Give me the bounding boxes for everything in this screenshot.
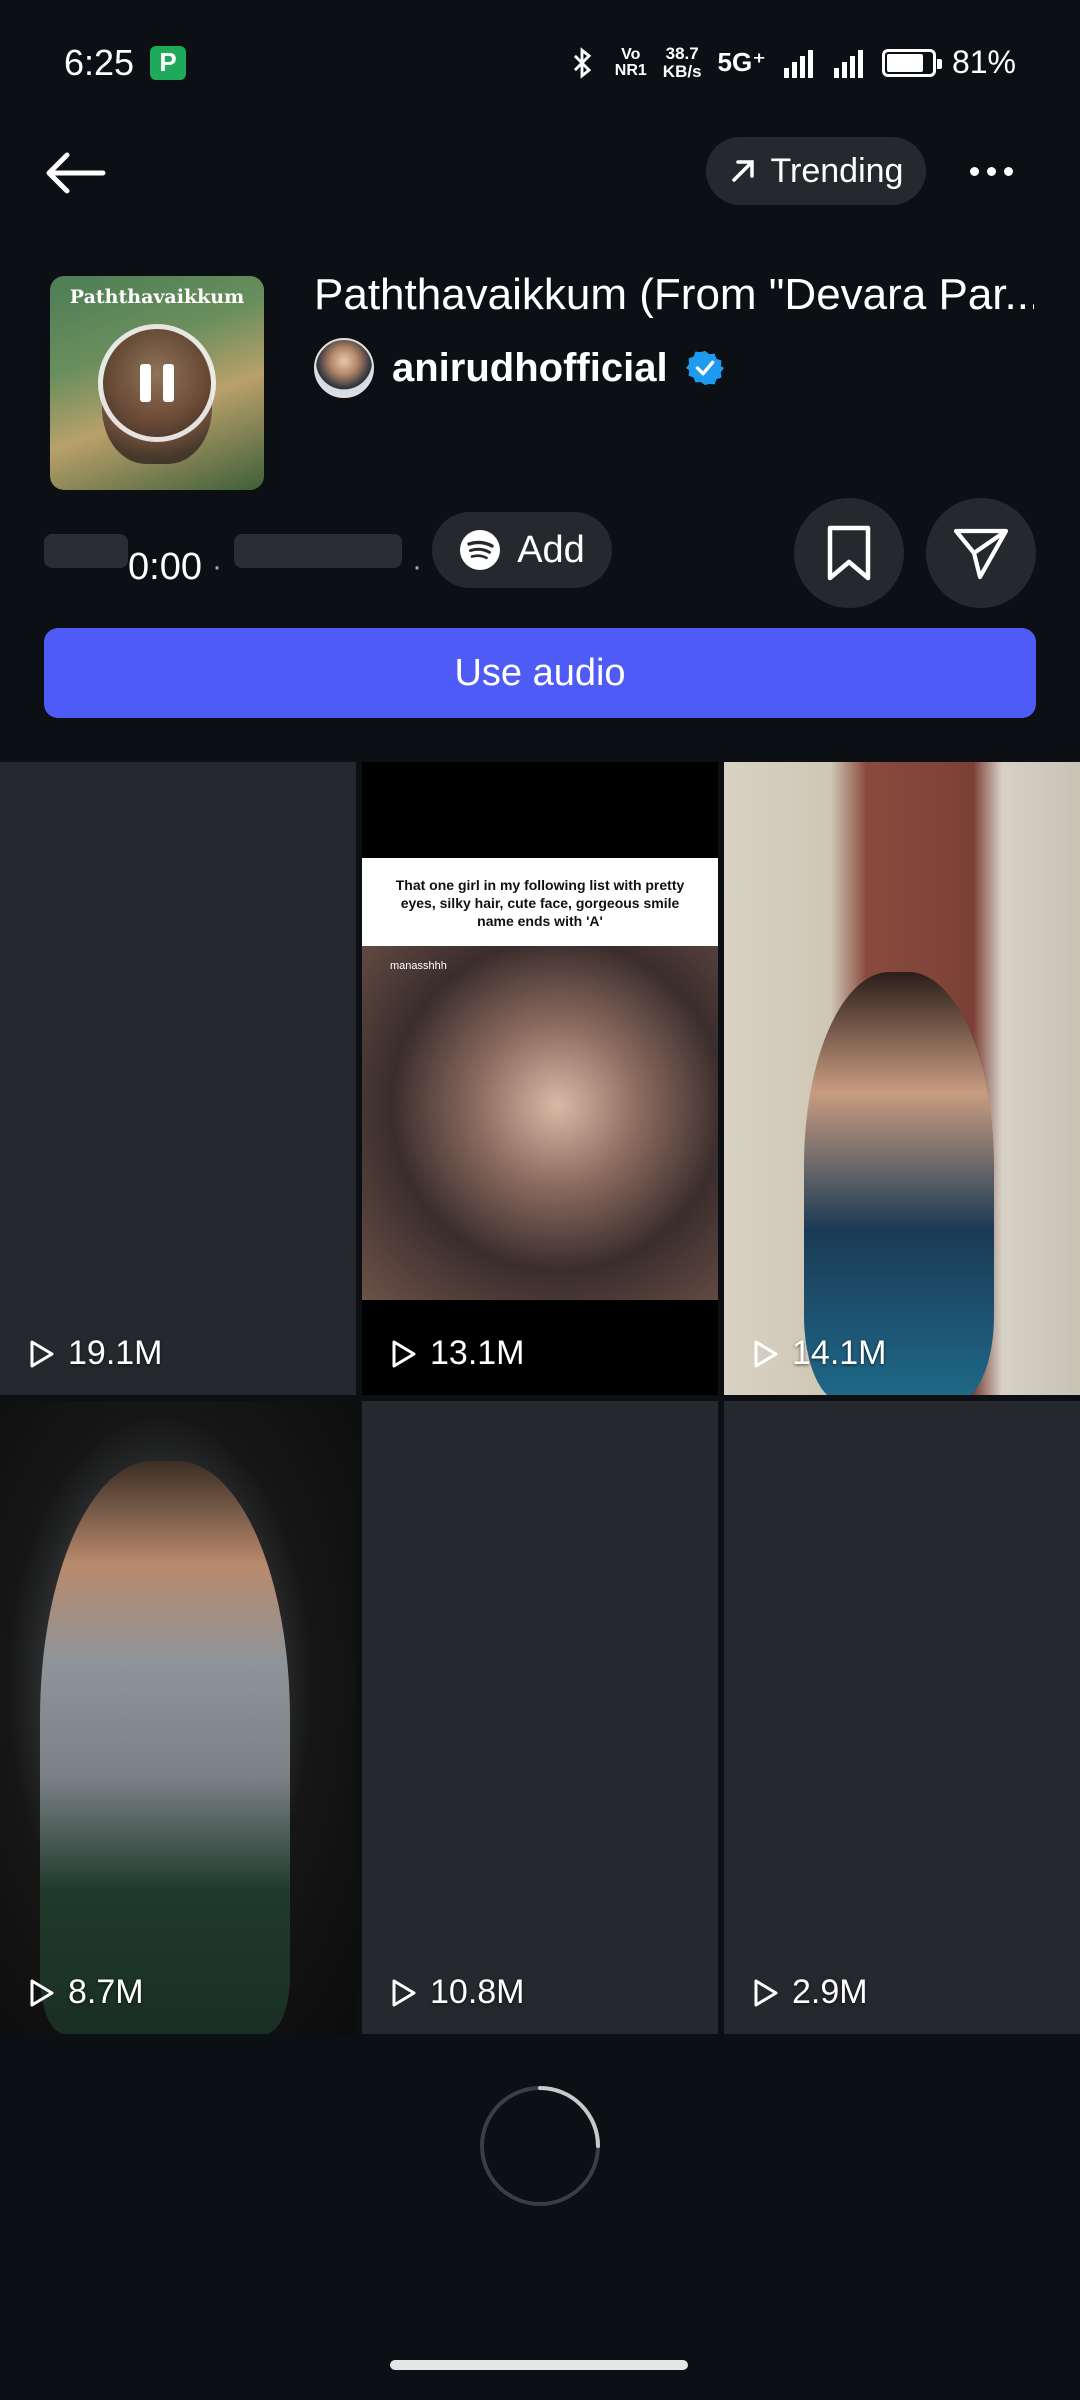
play-icon — [754, 1340, 778, 1367]
reel-tile-3[interactable]: 14.1M — [724, 762, 1080, 1395]
arrow-left-icon — [46, 152, 106, 194]
reel-thumbnail: manasshhh — [362, 946, 718, 1300]
share-audio-button[interactable] — [926, 498, 1036, 608]
status-indicators: Vo NR1 38.7 KB/s 5G⁺ 81% — [565, 44, 1016, 81]
more-horizontal-icon — [969, 166, 979, 176]
cover-title: Paththavaikkum — [69, 286, 245, 308]
redacted-area-2 — [234, 534, 402, 568]
play-icon — [754, 1979, 778, 2006]
reel-tile-2[interactable]: That one girl in my following list with … — [362, 762, 718, 1395]
verified-badge-icon — [685, 350, 724, 386]
view-count: 13.1M — [388, 1334, 525, 1373]
spotify-icon — [460, 530, 501, 570]
trending-button[interactable]: Trending — [706, 137, 926, 205]
save-audio-button[interactable] — [794, 498, 904, 608]
audio-controls: 0:00 · · Add — [44, 498, 1044, 622]
play-icon — [392, 1340, 416, 1367]
loading-spinner-icon — [480, 2086, 600, 2206]
separator-2: · — [412, 550, 422, 583]
reel-caption: That one girl in my following list with … — [362, 858, 718, 946]
volte-indicator: Vo NR1 — [614, 45, 647, 79]
playback-time: 0:00 — [128, 546, 202, 588]
reel-tile-5[interactable]: 10.8M — [362, 1401, 718, 2034]
avatar[interactable] — [314, 338, 374, 398]
reel-tag: manasshhh — [390, 960, 447, 972]
add-label: Add — [517, 528, 585, 571]
audio-cover-art[interactable]: Paththavaikkum — [50, 276, 264, 490]
home-indicator[interactable] — [390, 2360, 688, 2370]
battery-percent: 81% — [951, 44, 1016, 80]
more-options-button[interactable] — [956, 136, 1026, 206]
view-count: 10.8M — [388, 1973, 525, 2012]
trending-label: Trending — [770, 151, 904, 190]
view-count: 19.1M — [26, 1334, 163, 1373]
reel-tile-6[interactable]: 2.9M — [724, 1401, 1080, 2034]
view-count: 2.9M — [750, 1973, 868, 2012]
separator: · — [212, 550, 222, 583]
battery-icon — [881, 48, 942, 77]
reel-tile-1[interactable]: 19.1M — [0, 762, 356, 1395]
artist-name[interactable]: anirudhofficial — [392, 346, 668, 391]
bluetooth-icon — [573, 46, 591, 79]
network-type: 5G⁺ — [717, 47, 766, 77]
app-notification-icon: P — [150, 45, 187, 80]
signal-icon — [783, 49, 813, 78]
view-count: 8.7M — [26, 1973, 144, 2012]
status-bar: 6:25 P Vo NR1 38.7 KB/s 5G⁺ 81% — [0, 0, 1080, 125]
arrow-up-right-icon — [731, 160, 754, 182]
signal-icon-2 — [833, 49, 863, 78]
play-icon — [30, 1340, 54, 1367]
reel-tile-4[interactable]: 8.7M — [0, 1401, 356, 2034]
add-to-spotify-button[interactable]: Add — [432, 512, 612, 588]
network-speed: 38.7 KB/s — [662, 43, 702, 81]
redacted-area — [44, 534, 128, 568]
send-icon — [953, 528, 1009, 580]
audio-title: Paththavaikkum (From "Devara Par... — [314, 270, 1034, 319]
artist-row[interactable]: anirudhofficial — [314, 338, 724, 398]
bookmark-icon — [827, 525, 871, 581]
status-time: 6:25 — [64, 41, 135, 83]
view-count: 14.1M — [750, 1334, 887, 1373]
play-icon — [392, 1979, 416, 2006]
pause-icon[interactable] — [98, 324, 216, 442]
back-button[interactable] — [40, 138, 110, 208]
play-icon — [30, 1979, 54, 2006]
use-audio-button[interactable]: Use audio — [44, 628, 1036, 718]
